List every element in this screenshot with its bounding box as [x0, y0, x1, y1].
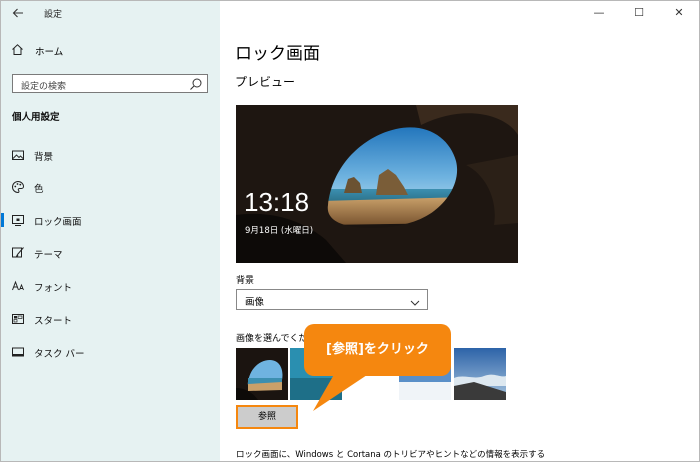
instruction-callout: [参照]をクリック: [304, 324, 451, 376]
sidebar-item-label: スタート: [34, 316, 73, 327]
lock-screen-preview: 13:18 9月18日 (水曜日): [236, 105, 518, 263]
theme-brush-icon: [11, 246, 25, 260]
minimize-button[interactable]: —: [579, 1, 619, 25]
page-title: ロック画面: [235, 44, 320, 64]
taskbar-icon: [11, 345, 25, 359]
thumbnail-image: [454, 348, 506, 400]
preview-heading: プレビュー: [235, 75, 296, 89]
preview-date: 9月18日 (水曜日): [245, 226, 314, 236]
sidebar-item-home[interactable]: ホーム: [11, 43, 63, 59]
sidebar-item-color[interactable]: 色: [1, 177, 220, 197]
sidebar: 設定 ホーム 設定の検索 個人用設定 背景 色 ロック画面 テーマ フォント ス…: [1, 1, 220, 461]
settings-window: 設定 ホーム 設定の検索 個人用設定 背景 色 ロック画面 テーマ フォント ス…: [0, 0, 700, 462]
browse-button[interactable]: 参照: [236, 405, 298, 429]
home-icon: [11, 43, 25, 59]
background-label: 背景: [236, 276, 255, 286]
home-label: ホーム: [35, 47, 64, 58]
search-icon[interactable]: [189, 76, 203, 90]
palette-icon: [11, 180, 25, 194]
choose-image-label: 画像を選んでくだ: [236, 334, 308, 344]
main-content: — ☐ ✕ ロック画面 プレビュー 13:18 9月18日 (水曜日) 背景 画…: [220, 1, 699, 461]
section-title: 個人用設定: [12, 112, 60, 123]
sidebar-item-label: 色: [34, 184, 44, 195]
window-controls: — ☐ ✕: [579, 1, 699, 25]
sidebar-item-font[interactable]: フォント: [1, 276, 220, 296]
sidebar-item-background[interactable]: 背景: [1, 145, 220, 165]
sidebar-item-lock-screen[interactable]: ロック画面: [1, 210, 220, 230]
back-arrow-icon: [12, 8, 23, 18]
thumbnail-image: [236, 348, 288, 400]
callout-text: [参照]をクリック: [326, 342, 429, 357]
background-select[interactable]: 画像: [236, 289, 428, 310]
show-info-toggle-label: ロック画面に、Windows と Cortana のトリビアやヒントなどの情報を…: [236, 450, 546, 460]
sidebar-item-label: フォント: [34, 283, 73, 294]
back-button[interactable]: [7, 3, 29, 23]
thumbnail-clouds[interactable]: [454, 348, 506, 400]
chevron-down-icon: [409, 294, 421, 306]
search-placeholder: 設定の検索: [21, 82, 67, 92]
sidebar-item-label: ロック画面: [34, 217, 82, 228]
close-button[interactable]: ✕: [659, 1, 699, 25]
sidebar-item-start[interactable]: スタート: [1, 309, 220, 329]
sidebar-item-taskbar[interactable]: タスク バー: [1, 342, 220, 362]
preview-clock: 13:18: [244, 187, 310, 217]
start-icon: [11, 312, 25, 326]
sidebar-item-theme[interactable]: テーマ: [1, 243, 220, 263]
app-title: 設定: [44, 10, 63, 20]
background-select-value: 画像: [245, 297, 265, 308]
sidebar-item-label: 背景: [34, 152, 54, 163]
maximize-button[interactable]: ☐: [619, 1, 659, 25]
lock-screen-icon: [11, 213, 25, 227]
search-input[interactable]: 設定の検索: [12, 74, 208, 93]
thumbnail-cave[interactable]: [236, 348, 288, 400]
font-icon: [11, 279, 25, 293]
sidebar-item-label: タスク バー: [34, 349, 85, 360]
sidebar-item-label: テーマ: [34, 250, 63, 261]
title-bar: 設定: [1, 1, 220, 25]
image-icon: [11, 148, 25, 162]
preview-image: [236, 105, 518, 263]
